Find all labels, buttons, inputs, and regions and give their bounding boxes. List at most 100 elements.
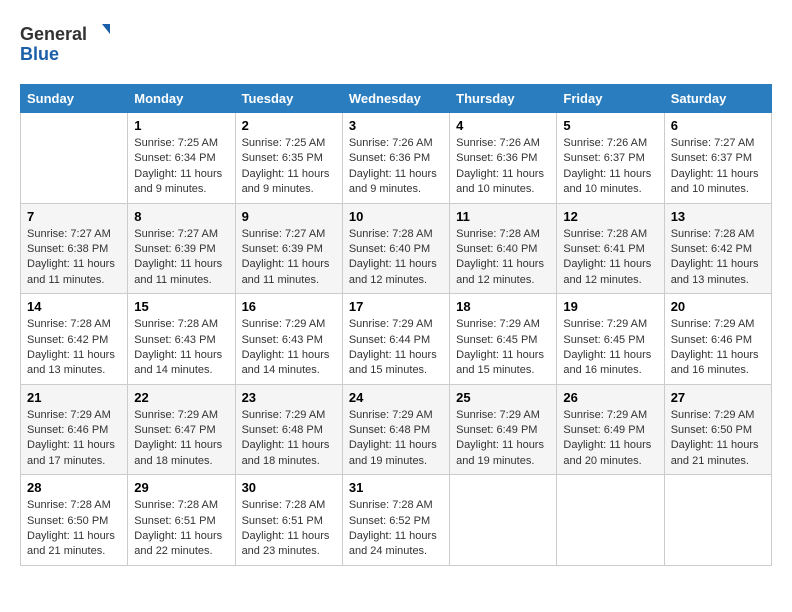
cell-sun-info: Sunrise: 7:29 AMSunset: 6:46 PMDaylight:… bbox=[27, 408, 121, 470]
calendar-cell: 5 Sunrise: 7:26 AMSunset: 6:37 PMDaylight… bbox=[557, 113, 664, 204]
calendar-cell: 3 Sunrise: 7:26 AMSunset: 6:36 PMDaylight… bbox=[342, 113, 449, 204]
calendar-cell: 8 Sunrise: 7:27 AMSunset: 6:39 PMDaylight… bbox=[128, 203, 235, 294]
day-number: 18 bbox=[456, 299, 550, 314]
calendar-week-row: 28 Sunrise: 7:28 AMSunset: 6:50 PMDayligh… bbox=[21, 475, 772, 566]
cell-sun-info: Sunrise: 7:27 AMSunset: 6:39 PMDaylight:… bbox=[134, 227, 228, 289]
day-number: 28 bbox=[27, 480, 121, 495]
cell-sun-info: Sunrise: 7:25 AMSunset: 6:34 PMDaylight:… bbox=[134, 136, 228, 198]
cell-sun-info: Sunrise: 7:28 AMSunset: 6:52 PMDaylight:… bbox=[349, 498, 443, 560]
calendar-week-row: 14 Sunrise: 7:28 AMSunset: 6:42 PMDayligh… bbox=[21, 294, 772, 385]
svg-text:General: General bbox=[20, 24, 87, 44]
cell-sun-info: Sunrise: 7:27 AMSunset: 6:38 PMDaylight:… bbox=[27, 227, 121, 289]
day-number: 30 bbox=[242, 480, 336, 495]
calendar-cell: 29 Sunrise: 7:28 AMSunset: 6:51 PMDayligh… bbox=[128, 475, 235, 566]
cell-sun-info: Sunrise: 7:28 AMSunset: 6:42 PMDaylight:… bbox=[27, 317, 121, 379]
calendar-cell: 9 Sunrise: 7:27 AMSunset: 6:39 PMDaylight… bbox=[235, 203, 342, 294]
weekday-header: Wednesday bbox=[342, 85, 449, 113]
calendar-cell bbox=[450, 475, 557, 566]
calendar-cell: 2 Sunrise: 7:25 AMSunset: 6:35 PMDaylight… bbox=[235, 113, 342, 204]
day-number: 20 bbox=[671, 299, 765, 314]
day-number: 26 bbox=[563, 390, 657, 405]
day-number: 17 bbox=[349, 299, 443, 314]
day-number: 19 bbox=[563, 299, 657, 314]
calendar-cell: 20 Sunrise: 7:29 AMSunset: 6:46 PMDayligh… bbox=[664, 294, 771, 385]
calendar-cell: 21 Sunrise: 7:29 AMSunset: 6:46 PMDayligh… bbox=[21, 384, 128, 475]
cell-sun-info: Sunrise: 7:28 AMSunset: 6:43 PMDaylight:… bbox=[134, 317, 228, 379]
calendar-cell bbox=[21, 113, 128, 204]
cell-sun-info: Sunrise: 7:28 AMSunset: 6:41 PMDaylight:… bbox=[563, 227, 657, 289]
calendar-cell: 16Sunrise: 7:29 AMSunset: 6:43 PMDayligh… bbox=[235, 294, 342, 385]
weekday-header: Saturday bbox=[664, 85, 771, 113]
day-number: 7 bbox=[27, 209, 121, 224]
day-number: 16 bbox=[242, 299, 336, 314]
cell-sun-info: Sunrise: 7:29 AMSunset: 6:50 PMDaylight:… bbox=[671, 408, 765, 470]
calendar-cell: 28 Sunrise: 7:28 AMSunset: 6:50 PMDayligh… bbox=[21, 475, 128, 566]
day-number: 10 bbox=[349, 209, 443, 224]
calendar-cell: 26 Sunrise: 7:29 AMSunset: 6:49 PMDayligh… bbox=[557, 384, 664, 475]
calendar-header-row: SundayMondayTuesdayWednesdayThursdayFrid… bbox=[21, 85, 772, 113]
day-number: 8 bbox=[134, 209, 228, 224]
cell-sun-info: Sunrise: 7:27 AMSunset: 6:37 PMDaylight:… bbox=[671, 136, 765, 198]
cell-sun-info: Sunrise: 7:28 AMSunset: 6:42 PMDaylight:… bbox=[671, 227, 765, 289]
calendar-cell: 11 Sunrise: 7:28 AMSunset: 6:40 PMDayligh… bbox=[450, 203, 557, 294]
cell-sun-info: Sunrise: 7:29 AMSunset: 6:47 PMDaylight:… bbox=[134, 408, 228, 470]
cell-sun-info: Sunrise: 7:28 AMSunset: 6:51 PMDaylight:… bbox=[134, 498, 228, 560]
page-header: General Blue bbox=[20, 20, 772, 68]
day-number: 23 bbox=[242, 390, 336, 405]
day-number: 2 bbox=[242, 118, 336, 133]
calendar-week-row: 7 Sunrise: 7:27 AMSunset: 6:38 PMDaylight… bbox=[21, 203, 772, 294]
calendar-cell: 7 Sunrise: 7:27 AMSunset: 6:38 PMDaylight… bbox=[21, 203, 128, 294]
day-number: 6 bbox=[671, 118, 765, 133]
calendar-cell bbox=[664, 475, 771, 566]
day-number: 14 bbox=[27, 299, 121, 314]
weekday-header: Monday bbox=[128, 85, 235, 113]
cell-sun-info: Sunrise: 7:28 AMSunset: 6:40 PMDaylight:… bbox=[456, 227, 550, 289]
calendar-cell: 19 Sunrise: 7:29 AMSunset: 6:45 PMDayligh… bbox=[557, 294, 664, 385]
calendar-cell: 22 Sunrise: 7:29 AMSunset: 6:47 PMDayligh… bbox=[128, 384, 235, 475]
calendar-week-row: 21 Sunrise: 7:29 AMSunset: 6:46 PMDayligh… bbox=[21, 384, 772, 475]
day-number: 4 bbox=[456, 118, 550, 133]
cell-sun-info: Sunrise: 7:26 AMSunset: 6:36 PMDaylight:… bbox=[349, 136, 443, 198]
weekday-header: Sunday bbox=[21, 85, 128, 113]
calendar-cell: 30 Sunrise: 7:28 AMSunset: 6:51 PMDayligh… bbox=[235, 475, 342, 566]
calendar-cell: 6 Sunrise: 7:27 AMSunset: 6:37 PMDaylight… bbox=[664, 113, 771, 204]
day-number: 27 bbox=[671, 390, 765, 405]
day-number: 11 bbox=[456, 209, 550, 224]
calendar-cell: 15 Sunrise: 7:28 AMSunset: 6:43 PMDayligh… bbox=[128, 294, 235, 385]
day-number: 3 bbox=[349, 118, 443, 133]
day-number: 29 bbox=[134, 480, 228, 495]
day-number: 24 bbox=[349, 390, 443, 405]
logo: General Blue bbox=[20, 20, 110, 68]
cell-sun-info: Sunrise: 7:28 AMSunset: 6:40 PMDaylight:… bbox=[349, 227, 443, 289]
day-number: 21 bbox=[27, 390, 121, 405]
day-number: 15 bbox=[134, 299, 228, 314]
cell-sun-info: Sunrise: 7:25 AMSunset: 6:35 PMDaylight:… bbox=[242, 136, 336, 198]
cell-sun-info: Sunrise: 7:27 AMSunset: 6:39 PMDaylight:… bbox=[242, 227, 336, 289]
day-number: 12 bbox=[563, 209, 657, 224]
calendar-cell: 1Sunrise: 7:25 AMSunset: 6:34 PMDaylight… bbox=[128, 113, 235, 204]
cell-sun-info: Sunrise: 7:26 AMSunset: 6:36 PMDaylight:… bbox=[456, 136, 550, 198]
calendar-cell: 18 Sunrise: 7:29 AMSunset: 6:45 PMDayligh… bbox=[450, 294, 557, 385]
calendar-cell: 13 Sunrise: 7:28 AMSunset: 6:42 PMDayligh… bbox=[664, 203, 771, 294]
cell-sun-info: Sunrise: 7:29 AMSunset: 6:45 PMDaylight:… bbox=[563, 317, 657, 379]
cell-sun-info: Sunrise: 7:29 AMSunset: 6:49 PMDaylight:… bbox=[563, 408, 657, 470]
day-number: 25 bbox=[456, 390, 550, 405]
cell-sun-info: Sunrise: 7:29 AMSunset: 6:46 PMDaylight:… bbox=[671, 317, 765, 379]
weekday-header: Tuesday bbox=[235, 85, 342, 113]
cell-sun-info: Sunrise: 7:29 AMSunset: 6:45 PMDaylight:… bbox=[456, 317, 550, 379]
logo-svg: General Blue bbox=[20, 20, 110, 68]
weekday-header: Thursday bbox=[450, 85, 557, 113]
day-number: 22 bbox=[134, 390, 228, 405]
calendar-cell: 23Sunrise: 7:29 AMSunset: 6:48 PMDayligh… bbox=[235, 384, 342, 475]
day-number: 13 bbox=[671, 209, 765, 224]
cell-sun-info: Sunrise: 7:28 AMSunset: 6:51 PMDaylight:… bbox=[242, 498, 336, 560]
day-number: 5 bbox=[563, 118, 657, 133]
calendar-cell: 25Sunrise: 7:29 AMSunset: 6:49 PMDayligh… bbox=[450, 384, 557, 475]
day-number: 9 bbox=[242, 209, 336, 224]
calendar-cell: 24Sunrise: 7:29 AMSunset: 6:48 PMDayligh… bbox=[342, 384, 449, 475]
cell-sun-info: Sunrise: 7:28 AMSunset: 6:50 PMDaylight:… bbox=[27, 498, 121, 560]
calendar-week-row: 1Sunrise: 7:25 AMSunset: 6:34 PMDaylight… bbox=[21, 113, 772, 204]
calendar-cell: 12 Sunrise: 7:28 AMSunset: 6:41 PMDayligh… bbox=[557, 203, 664, 294]
calendar-cell: 27 Sunrise: 7:29 AMSunset: 6:50 PMDayligh… bbox=[664, 384, 771, 475]
cell-sun-info: Sunrise: 7:26 AMSunset: 6:37 PMDaylight:… bbox=[563, 136, 657, 198]
